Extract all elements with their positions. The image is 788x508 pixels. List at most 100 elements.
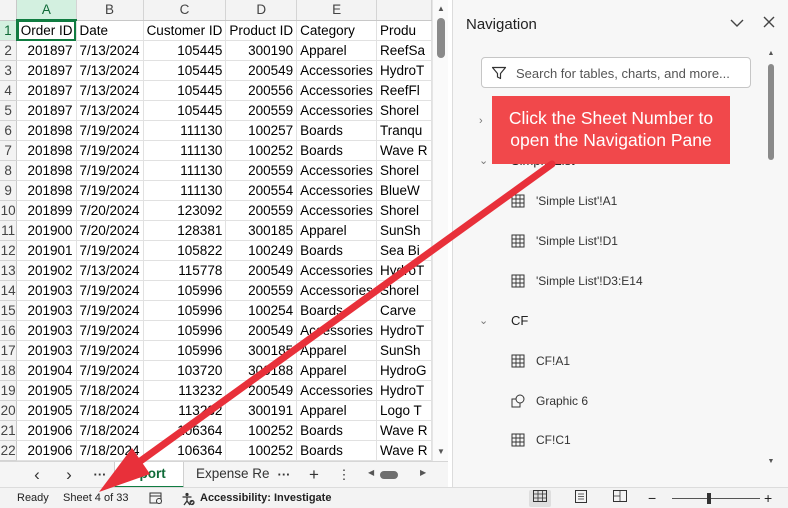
- cell-e6[interactable]: Boards: [296, 120, 378, 141]
- cell-e19[interactable]: Accessories: [296, 380, 378, 401]
- cell-a1[interactable]: Order ID: [16, 20, 77, 41]
- cell-f1[interactable]: Produ: [376, 20, 432, 41]
- cell-f3[interactable]: HydroT: [376, 60, 432, 81]
- cell-a7[interactable]: 201898: [16, 140, 77, 161]
- cell-a3[interactable]: 201897: [16, 60, 77, 81]
- row-header-16[interactable]: 16: [0, 320, 18, 341]
- cell-a16[interactable]: 201903: [16, 320, 77, 341]
- cell-c14[interactable]: 105996: [143, 280, 227, 301]
- more-sheets-right-button[interactable]: ···: [274, 465, 294, 485]
- row-header-8[interactable]: 8: [0, 160, 18, 181]
- cell-c8[interactable]: 111130: [143, 160, 227, 181]
- scroll-up-icon[interactable]: ▲: [433, 2, 449, 16]
- cell-f6[interactable]: Tranqu: [376, 120, 432, 141]
- cell-a18[interactable]: 201904: [16, 360, 77, 381]
- pane-options-button[interactable]: [727, 14, 747, 34]
- nav-scroll-up-icon[interactable]: ▲: [766, 50, 776, 57]
- cell-a13[interactable]: 201902: [16, 260, 77, 281]
- cell-d6[interactable]: 100257: [225, 120, 298, 141]
- cell-e5[interactable]: Accessories: [296, 100, 378, 121]
- cell-f7[interactable]: Wave R: [376, 140, 432, 161]
- cell-c19[interactable]: 113232: [143, 380, 227, 401]
- cell-c1[interactable]: Customer ID: [143, 20, 227, 41]
- navigation-scrollbar[interactable]: ▲ ▼: [766, 50, 776, 473]
- cell-f15[interactable]: Carve: [376, 300, 432, 321]
- cell-c13[interactable]: 115778: [143, 260, 227, 281]
- cell-c20[interactable]: 113232: [143, 400, 227, 421]
- cell-f20[interactable]: Logo T: [376, 400, 432, 421]
- cell-a8[interactable]: 201898: [16, 160, 77, 181]
- column-header-b[interactable]: B: [76, 0, 144, 21]
- row-header-17[interactable]: 17: [0, 340, 18, 361]
- cell-e3[interactable]: Accessories: [296, 60, 378, 81]
- cell-f2[interactable]: ReefSa: [376, 40, 432, 61]
- navigation-search-box[interactable]: [481, 57, 751, 88]
- cell-f12[interactable]: Sea Bi: [376, 240, 432, 261]
- cell-e22[interactable]: Boards: [296, 440, 378, 461]
- nav-section[interactable]: ⌄ CF: [453, 310, 763, 332]
- cell-b18[interactable]: 7/19/2024: [76, 360, 144, 381]
- cell-f16[interactable]: HydroT: [376, 320, 432, 341]
- cell-b8[interactable]: 7/19/2024: [76, 160, 144, 181]
- cell-f22[interactable]: Wave R: [376, 440, 432, 461]
- cell-e11[interactable]: Apparel: [296, 220, 378, 241]
- cell-d11[interactable]: 300185: [225, 220, 298, 241]
- row-header-2[interactable]: 2: [0, 40, 18, 61]
- row-header-21[interactable]: 21: [0, 420, 18, 441]
- cell-b13[interactable]: 7/13/2024: [76, 260, 144, 281]
- row-header-19[interactable]: 19: [0, 380, 18, 401]
- row-header-11[interactable]: 11: [0, 220, 18, 241]
- row-header-7[interactable]: 7: [0, 140, 18, 161]
- cell-a5[interactable]: 201897: [16, 100, 77, 121]
- scroll-left-icon[interactable]: ◀: [368, 468, 374, 477]
- cell-a9[interactable]: 201898: [16, 180, 77, 201]
- zoom-out-button[interactable]: −: [648, 488, 656, 508]
- row-header-13[interactable]: 13: [0, 260, 18, 281]
- cell-d1[interactable]: Product ID: [225, 20, 298, 41]
- cell-c22[interactable]: 106364: [143, 440, 227, 461]
- previous-sheet-button[interactable]: ‹: [28, 465, 46, 485]
- cell-d17[interactable]: 300185: [225, 340, 298, 361]
- cell-b22[interactable]: 7/18/2024: [76, 440, 144, 461]
- cell-a4[interactable]: 201897: [16, 80, 77, 101]
- cell-d16[interactable]: 200549: [225, 320, 298, 341]
- cell-e15[interactable]: Boards: [296, 300, 378, 321]
- cell-e20[interactable]: Apparel: [296, 400, 378, 421]
- cell-b4[interactable]: 7/13/2024: [76, 80, 144, 101]
- cell-f18[interactable]: HydroG: [376, 360, 432, 381]
- cell-d20[interactable]: 300191: [225, 400, 298, 421]
- page-break-view-button[interactable]: [609, 490, 631, 507]
- cell-c18[interactable]: 103720: [143, 360, 227, 381]
- scroll-right-icon[interactable]: ▶: [420, 468, 426, 477]
- cell-d7[interactable]: 100252: [225, 140, 298, 161]
- cell-a22[interactable]: 201906: [16, 440, 77, 461]
- cell-b6[interactable]: 7/19/2024: [76, 120, 144, 141]
- cell-b16[interactable]: 7/19/2024: [76, 320, 144, 341]
- cell-a6[interactable]: 201898: [16, 120, 77, 141]
- chevron-right-icon[interactable]: ›: [479, 110, 483, 132]
- cell-c16[interactable]: 105996: [143, 320, 227, 341]
- cell-b7[interactable]: 7/19/2024: [76, 140, 144, 161]
- cell-e1[interactable]: Category: [296, 20, 378, 41]
- cell-d13[interactable]: 200549: [225, 260, 298, 281]
- nav-scroll-down-icon[interactable]: ▼: [766, 458, 776, 465]
- worksheet-grid[interactable]: A B C D E 1 Order ID Date Customer ID Pr…: [0, 0, 432, 461]
- cell-f14[interactable]: Shorel: [376, 280, 432, 301]
- row-header-4[interactable]: 4: [0, 80, 18, 101]
- cell-c12[interactable]: 105822: [143, 240, 227, 261]
- cell-f19[interactable]: HydroT: [376, 380, 432, 401]
- cell-a21[interactable]: 201906: [16, 420, 77, 441]
- sheet-tab-export[interactable]: Export: [114, 462, 184, 488]
- cell-e8[interactable]: Accessories: [296, 160, 378, 181]
- cell-b20[interactable]: 7/18/2024: [76, 400, 144, 421]
- horizontal-scroll-thumb[interactable]: [380, 471, 398, 479]
- cell-f11[interactable]: SunSh: [376, 220, 432, 241]
- cell-f17[interactable]: SunSh: [376, 340, 432, 361]
- cell-c5[interactable]: 105445: [143, 100, 227, 121]
- page-layout-view-button[interactable]: [570, 490, 592, 507]
- navigation-search-input[interactable]: [516, 63, 744, 83]
- cell-c4[interactable]: 105445: [143, 80, 227, 101]
- cell-f8[interactable]: Shorel: [376, 160, 432, 181]
- cell-e12[interactable]: Boards: [296, 240, 378, 261]
- cell-a20[interactable]: 201905: [16, 400, 77, 421]
